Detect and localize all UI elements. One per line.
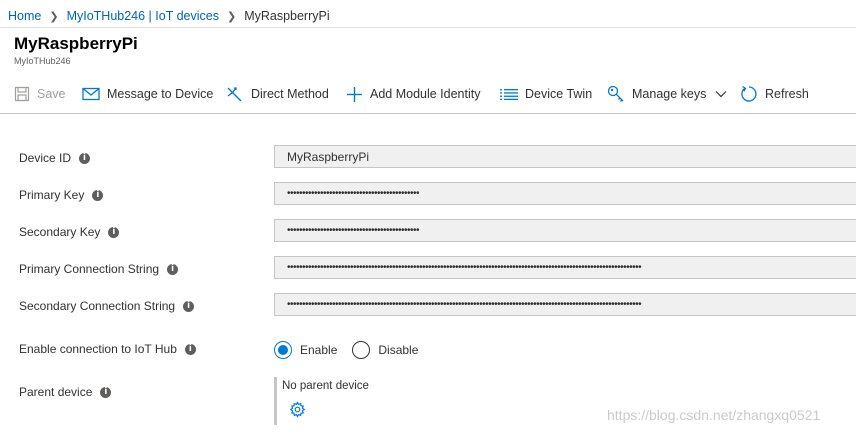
- radio-selected-dot: [278, 345, 288, 355]
- enable-connection-row-label: Enable connection to IoT Hub i: [19, 342, 196, 356]
- enable-connection-radio-group: Enable Disable: [274, 341, 433, 359]
- secondary-key-field[interactable]: ••••••••••••••••••••••••••••••••••••••••…: [274, 219, 856, 242]
- secondary-key-row-label: Secondary Key i: [19, 225, 120, 239]
- info-icon[interactable]: i: [108, 226, 120, 238]
- info-icon[interactable]: i: [183, 300, 195, 312]
- command-bar: Save Message to Device Direct Method Add…: [0, 81, 856, 107]
- device-twin-label: Device Twin: [525, 87, 593, 101]
- primary-key-row-label: Primary Key i: [19, 188, 104, 202]
- save-button[interactable]: Save: [14, 81, 66, 107]
- secondary-key-label: Secondary Key: [19, 225, 101, 239]
- refresh-button[interactable]: Refresh: [740, 81, 809, 107]
- primary-key-label: Primary Key: [19, 188, 85, 202]
- direct-method-label: Direct Method: [251, 87, 329, 101]
- watermark: https://blog.csdn.net/zhangxq0521: [607, 407, 821, 423]
- enable-radio[interactable]: [274, 341, 292, 359]
- breadcrumb-home-link[interactable]: Home: [8, 9, 41, 23]
- parent-device-value: No parent device: [282, 380, 369, 392]
- save-icon: [14, 86, 30, 102]
- list-icon: [500, 88, 518, 100]
- info-icon[interactable]: i: [79, 152, 91, 164]
- direct-method-icon: [226, 85, 244, 103]
- plus-icon: [346, 86, 363, 103]
- info-icon[interactable]: i: [92, 189, 104, 201]
- breadcrumb-hub-link[interactable]: MyIoTHub246 | IoT devices: [67, 9, 219, 23]
- parent-device-row-label: Parent device i: [19, 385, 112, 399]
- refresh-label: Refresh: [765, 87, 809, 101]
- manage-keys-button[interactable]: Manage keys: [607, 81, 727, 107]
- parent-device-divider: [274, 377, 277, 425]
- gear-icon[interactable]: [289, 401, 306, 421]
- enable-radio-label[interactable]: Enable: [300, 343, 337, 357]
- secondary-connection-string-label: Secondary Connection String: [19, 299, 176, 313]
- refresh-icon: [740, 85, 758, 103]
- info-icon[interactable]: i: [184, 343, 196, 355]
- direct-method-button[interactable]: Direct Method: [226, 81, 329, 107]
- disable-radio-label[interactable]: Disable: [378, 343, 418, 357]
- primary-connection-string-field[interactable]: ••••••••••••••••••••••••••••••••••••••••…: [274, 256, 856, 279]
- info-icon[interactable]: i: [100, 386, 112, 398]
- page-title: MyRaspberryPi: [14, 34, 138, 53]
- device-id-row-label: Device ID i: [19, 151, 91, 165]
- breadcrumb-current: MyRaspberryPi: [244, 9, 330, 23]
- primary-connection-string-row-label: Primary Connection String i: [19, 262, 179, 276]
- message-to-device-label: Message to Device: [107, 87, 214, 101]
- chevron-right-icon: ❯: [226, 10, 237, 23]
- secondary-connection-string-row-label: Secondary Connection String i: [19, 299, 195, 313]
- info-icon[interactable]: i: [167, 263, 179, 275]
- disable-radio[interactable]: [352, 341, 371, 359]
- device-id-label: Device ID: [19, 151, 72, 165]
- chevron-right-icon: ❯: [49, 10, 59, 23]
- header-divider: [0, 27, 856, 28]
- primary-connection-string-label: Primary Connection String: [19, 262, 160, 276]
- save-label: Save: [37, 87, 66, 101]
- manage-keys-label: Manage keys: [632, 87, 707, 101]
- add-module-identity-label: Add Module Identity: [370, 87, 481, 101]
- primary-key-field[interactable]: ••••••••••••••••••••••••••••••••••••••••…: [274, 182, 856, 205]
- secondary-connection-string-field[interactable]: ••••••••••••••••••••••••••••••••••••••••…: [274, 293, 856, 316]
- device-id-field[interactable]: MyRaspberryPi: [274, 145, 856, 168]
- add-module-identity-button[interactable]: Add Module Identity: [346, 81, 481, 107]
- enable-connection-label: Enable connection to IoT Hub: [19, 342, 177, 356]
- breadcrumb: Home ❯ MyIoTHub246 | IoT devices ❯ MyRas…: [8, 7, 330, 25]
- page-subtitle: MyIoTHub246: [14, 56, 71, 66]
- key-icon: [607, 85, 625, 103]
- parent-device-label: Parent device: [19, 385, 93, 399]
- envelope-icon: [82, 87, 100, 101]
- device-twin-button[interactable]: Device Twin: [500, 81, 592, 107]
- message-to-device-button[interactable]: Message to Device: [82, 81, 213, 107]
- chevron-down-icon: [715, 90, 727, 98]
- toolbar-divider: [0, 113, 856, 114]
